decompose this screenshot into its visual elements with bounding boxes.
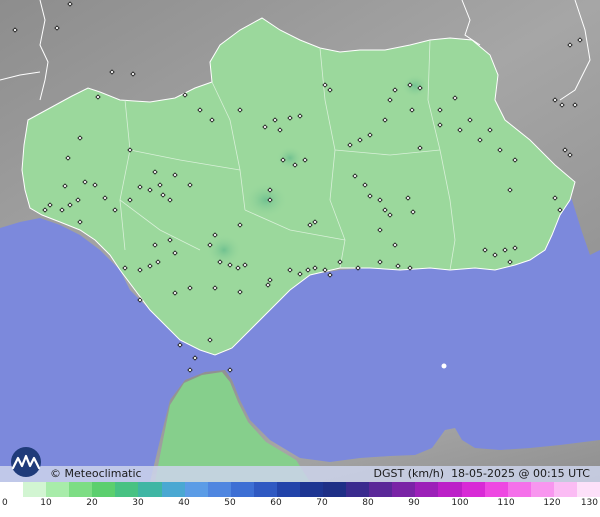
gust-map [0,0,600,482]
scale-swatch [92,482,116,497]
scale-tick-label: 130 [580,498,598,508]
scale-tick-label: 70 [316,498,328,508]
gust-hotspot [401,74,429,98]
scale-swatch [207,482,231,497]
scale-swatch [23,482,47,497]
scale-tick-label: 40 [178,498,190,508]
scale-tick-label: 20 [86,498,98,508]
scale-swatch [507,482,531,497]
scale-swatch [300,482,324,497]
scale-swatch [553,482,577,497]
scale-tick-label: 50 [224,498,236,508]
color-scale: 0 10 20 30 40 50 60 70 80 90 100 110 120 130 [0,482,600,517]
scale-swatch [415,482,439,497]
scale-swatch [323,482,347,497]
scale-tick-label: 0 [2,498,8,508]
scale-swatch [276,482,301,497]
scale-tick-label: 120 [543,498,561,508]
color-scale-bar [0,482,600,497]
scale-swatch [184,482,208,497]
scale-swatch [576,482,600,497]
timestamp-label: 18-05-2025 @ 00:15 UTC [451,467,590,480]
scale-swatch [0,482,24,497]
gust-hotspot [276,146,304,170]
scale-tick-label: 90 [408,498,420,508]
scale-tick-label: 60 [270,498,282,508]
variable-label: DGST (km/h) [373,467,445,480]
scale-swatch [138,482,162,497]
scale-tick-label: 100 [451,498,469,508]
color-scale-labels: 0 10 20 30 40 50 60 70 80 90 100 110 120 130 [0,498,600,514]
map-area: © Meteoclimatic DGST (km/h) 18-05-2025 @… [0,0,600,482]
scale-swatch [161,482,185,497]
gust-hotspot [206,234,242,266]
scale-swatch [369,482,393,497]
scale-swatch [392,482,416,497]
scale-tick-label: 10 [40,498,52,508]
meteoclimatic-logo-icon [11,447,41,477]
scale-tick-label: 30 [132,498,144,508]
scale-swatch [461,482,485,497]
scale-swatch [530,482,554,497]
brand-label: © Meteoclimatic [50,467,142,480]
map-info: DGST (km/h) 18-05-2025 @ 00:15 UTC [374,467,590,481]
alboran-island [441,363,447,369]
scale-tick-label: 110 [497,498,515,508]
scale-swatch [69,482,93,497]
scale-swatch [438,482,462,497]
scale-swatch [230,482,254,497]
scale-swatch [346,482,370,497]
scale-tick-label: 80 [362,498,374,508]
scale-swatch [46,482,70,497]
scale-swatch [484,482,508,497]
scale-swatch [253,482,277,497]
scale-swatch [115,482,139,497]
